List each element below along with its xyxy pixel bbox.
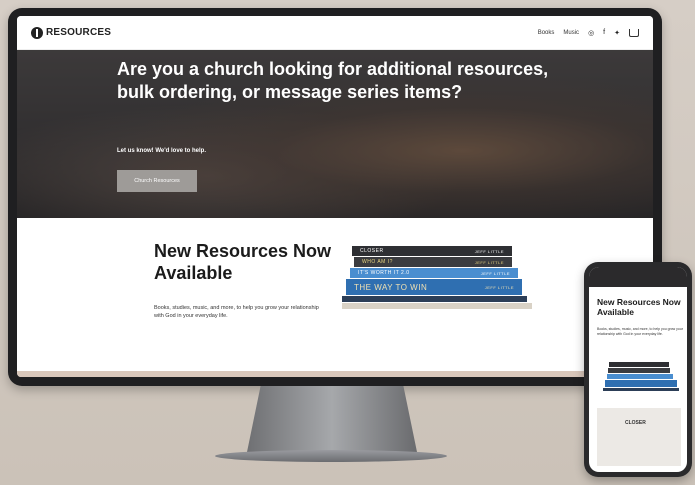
nav-link-music[interactable]: Music xyxy=(563,30,579,36)
mobile-phone: New Resources Now Available Books, studi… xyxy=(584,262,692,477)
site-logo[interactable]: RESOURCES xyxy=(31,26,112,39)
book-spine: CLOSER JEFF LITTLE xyxy=(352,246,512,256)
phone-screen: New Resources Now Available Books, studi… xyxy=(589,267,687,472)
phone-description: Books, studies, music, and more, to help… xyxy=(597,327,683,336)
monitor-stand-base xyxy=(215,450,447,462)
desktop-monitor: RESOURCES Books Music ◎ f ✦ Are you a ch… xyxy=(8,8,662,386)
phone-status-bar xyxy=(589,267,687,287)
phone-book-stack xyxy=(603,362,681,392)
monitor-screen: RESOURCES Books Music ◎ f ✦ Are you a ch… xyxy=(17,16,653,377)
new-resources-section: New Resources Now Available Books, studi… xyxy=(17,218,653,368)
nav-links: Books Music ◎ f ✦ xyxy=(538,28,639,37)
section-title: New Resources Now Available xyxy=(154,241,332,283)
logo-icon xyxy=(31,26,43,39)
hero-title: Are you a church looking for additional … xyxy=(117,59,549,102)
book-spine: IT'S WORTH IT 2.0 JEFF LITTLE xyxy=(350,268,518,278)
top-nav: RESOURCES Books Music ◎ f ✦ xyxy=(17,16,653,50)
church-resources-button[interactable]: Church Resources xyxy=(117,170,197,192)
next-section-peek xyxy=(17,371,653,377)
facebook-icon[interactable]: f xyxy=(603,29,605,36)
logo-text: RESOURCES xyxy=(46,27,112,38)
book-spine xyxy=(342,296,527,302)
instagram-icon[interactable]: ◎ xyxy=(588,29,594,37)
book-stack-image: CLOSER JEFF LITTLE WHO AM I? JEFF LITTLE I… xyxy=(342,246,542,310)
book-spine xyxy=(342,303,532,309)
phone-title: New Resources Now Available xyxy=(597,297,681,317)
monitor-stand-neck xyxy=(247,386,417,452)
cart-icon[interactable] xyxy=(629,28,639,37)
book-spine: WHO AM I? JEFF LITTLE xyxy=(354,257,512,267)
phone-product-card[interactable]: CLOSER xyxy=(597,408,681,466)
nav-link-books[interactable]: Books xyxy=(538,30,555,36)
book-spine: THE WAY TO WIN JEFF LITTLE xyxy=(346,279,522,295)
phone-card-title: CLOSER xyxy=(625,420,646,426)
hero-subtitle: Let us know! We'd love to help. xyxy=(117,148,206,154)
section-description: Books, studies, music, and more, to help… xyxy=(154,305,319,319)
hero-banner: Are you a church looking for additional … xyxy=(17,50,653,218)
twitter-icon[interactable]: ✦ xyxy=(614,29,620,37)
